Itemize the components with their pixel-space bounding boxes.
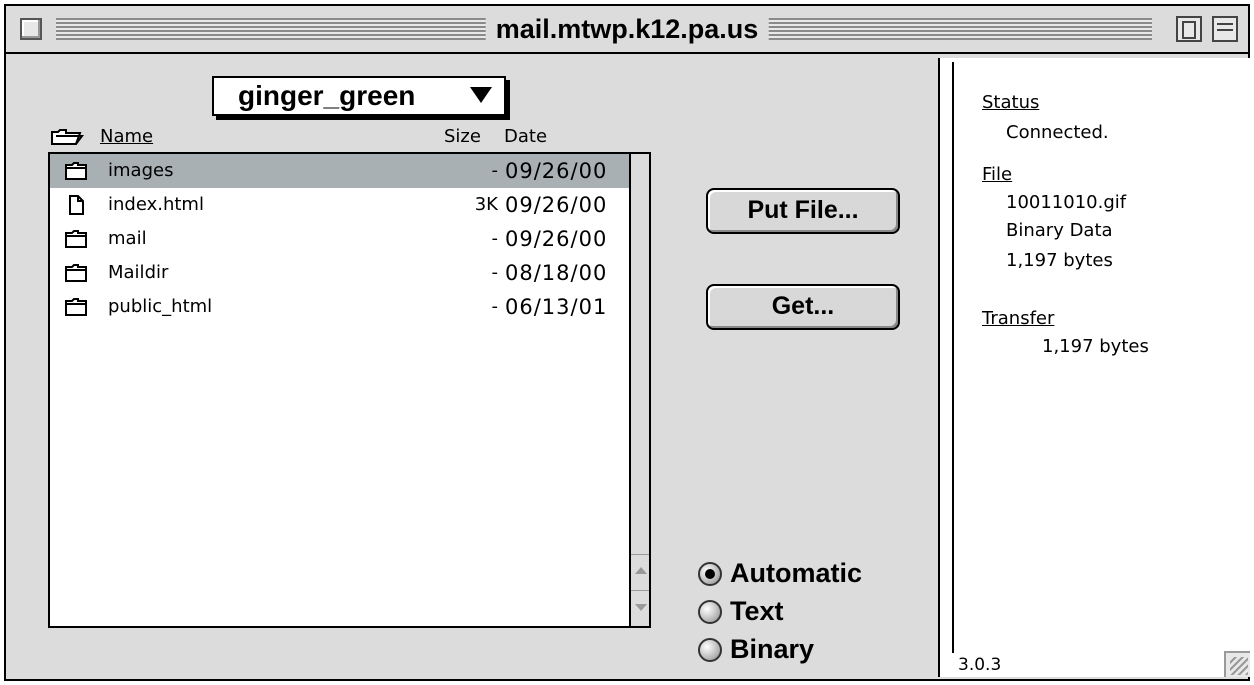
file-name: index.html bbox=[108, 194, 204, 215]
radio-button-icon[interactable] bbox=[698, 638, 722, 662]
file-size: - bbox=[491, 262, 499, 283]
ftp-window: mail.mtwp.k12.pa.us ginger_green Name Si… bbox=[4, 4, 1250, 681]
radio-text-label: Text bbox=[730, 596, 784, 626]
scroll-down-arrow-icon[interactable] bbox=[631, 590, 649, 625]
info-panel: Status Connected. File 10011010.gif Bina… bbox=[952, 62, 1238, 653]
collapse-box-icon[interactable] bbox=[1212, 16, 1238, 42]
file-name: public_html bbox=[108, 296, 213, 317]
open-folder-icon bbox=[51, 129, 84, 145]
file-size: - bbox=[491, 296, 499, 317]
file-name: Maildir bbox=[108, 262, 169, 283]
radio-binary-label: Binary bbox=[730, 634, 815, 664]
document-icon bbox=[69, 195, 84, 215]
column-header-size[interactable]: Size bbox=[444, 126, 481, 147]
get-button[interactable]: Get... bbox=[706, 284, 900, 330]
file-name: 10011010.gif bbox=[1006, 192, 1127, 213]
file-browser-pane: ginger_green Name Size Date images -09/26… bbox=[18, 62, 935, 679]
file-row[interactable]: mail -09/26/00 bbox=[50, 222, 633, 256]
zoom-box-icon[interactable] bbox=[1176, 16, 1202, 42]
file-list-rows: images -09/26/00 index.html 3K 09/26/00 mail -… bbox=[50, 154, 633, 626]
vertical-scrollbar[interactable] bbox=[629, 154, 649, 626]
title-bar[interactable]: mail.mtwp.k12.pa.us bbox=[6, 6, 1248, 54]
file-name: images bbox=[108, 160, 174, 181]
folder-icon bbox=[65, 230, 87, 248]
transfer-label: Transfer bbox=[982, 308, 1055, 329]
scroll-up-arrow-icon[interactable] bbox=[631, 554, 649, 589]
file-date: 09/26/00 bbox=[505, 227, 608, 251]
status-label: Status bbox=[982, 92, 1040, 113]
folder-icon bbox=[65, 298, 87, 316]
file-size: - bbox=[491, 228, 499, 249]
file-date: 09/26/00 bbox=[505, 193, 608, 217]
file-row[interactable]: index.html 3K 09/26/00 bbox=[50, 188, 633, 222]
radio-button-icon[interactable] bbox=[698, 600, 722, 624]
file-size: - bbox=[491, 160, 499, 181]
file-date: 08/18/00 bbox=[505, 261, 608, 285]
info-pane: Status Connected. File 10011010.gif Bina… bbox=[938, 58, 1250, 677]
file-name: mail bbox=[108, 228, 147, 249]
column-header-name[interactable]: Name bbox=[100, 126, 153, 147]
file-type: Binary Data bbox=[1006, 220, 1113, 241]
file-size: 1,197 bytes bbox=[1006, 250, 1113, 271]
directory-popup-label: ginger_green bbox=[238, 80, 416, 111]
file-row[interactable]: public_html -06/13/01 bbox=[50, 290, 633, 324]
radio-button-icon[interactable] bbox=[698, 562, 722, 586]
folder-icon bbox=[65, 162, 87, 180]
radio-automatic-label: Automatic bbox=[730, 558, 863, 588]
triangle-down-icon bbox=[470, 87, 492, 103]
file-row[interactable]: images -09/26/00 bbox=[50, 154, 633, 188]
put-file-button[interactable]: Put File... bbox=[706, 188, 900, 234]
file-list[interactable]: images -09/26/00 index.html 3K 09/26/00 mail -… bbox=[48, 152, 651, 628]
file-size: 3K bbox=[474, 194, 498, 215]
column-header-date[interactable]: Date bbox=[504, 126, 547, 147]
file-date: 06/13/01 bbox=[505, 295, 608, 319]
close-box-icon[interactable] bbox=[20, 18, 42, 40]
file-date: 09/26/00 bbox=[505, 159, 608, 183]
folder-icon bbox=[65, 264, 87, 282]
file-row[interactable]: Maildir -08/18/00 bbox=[50, 256, 633, 290]
version-label: 3.0.3 bbox=[958, 655, 1002, 675]
directory-popup[interactable]: ginger_green bbox=[212, 76, 506, 116]
file-label: File bbox=[982, 164, 1013, 185]
transfer-value: 1,197 bytes bbox=[1042, 336, 1149, 357]
window-title: mail.mtwp.k12.pa.us bbox=[485, 11, 769, 47]
status-value: Connected. bbox=[1006, 122, 1109, 143]
resize-grip-icon[interactable] bbox=[1224, 651, 1250, 677]
